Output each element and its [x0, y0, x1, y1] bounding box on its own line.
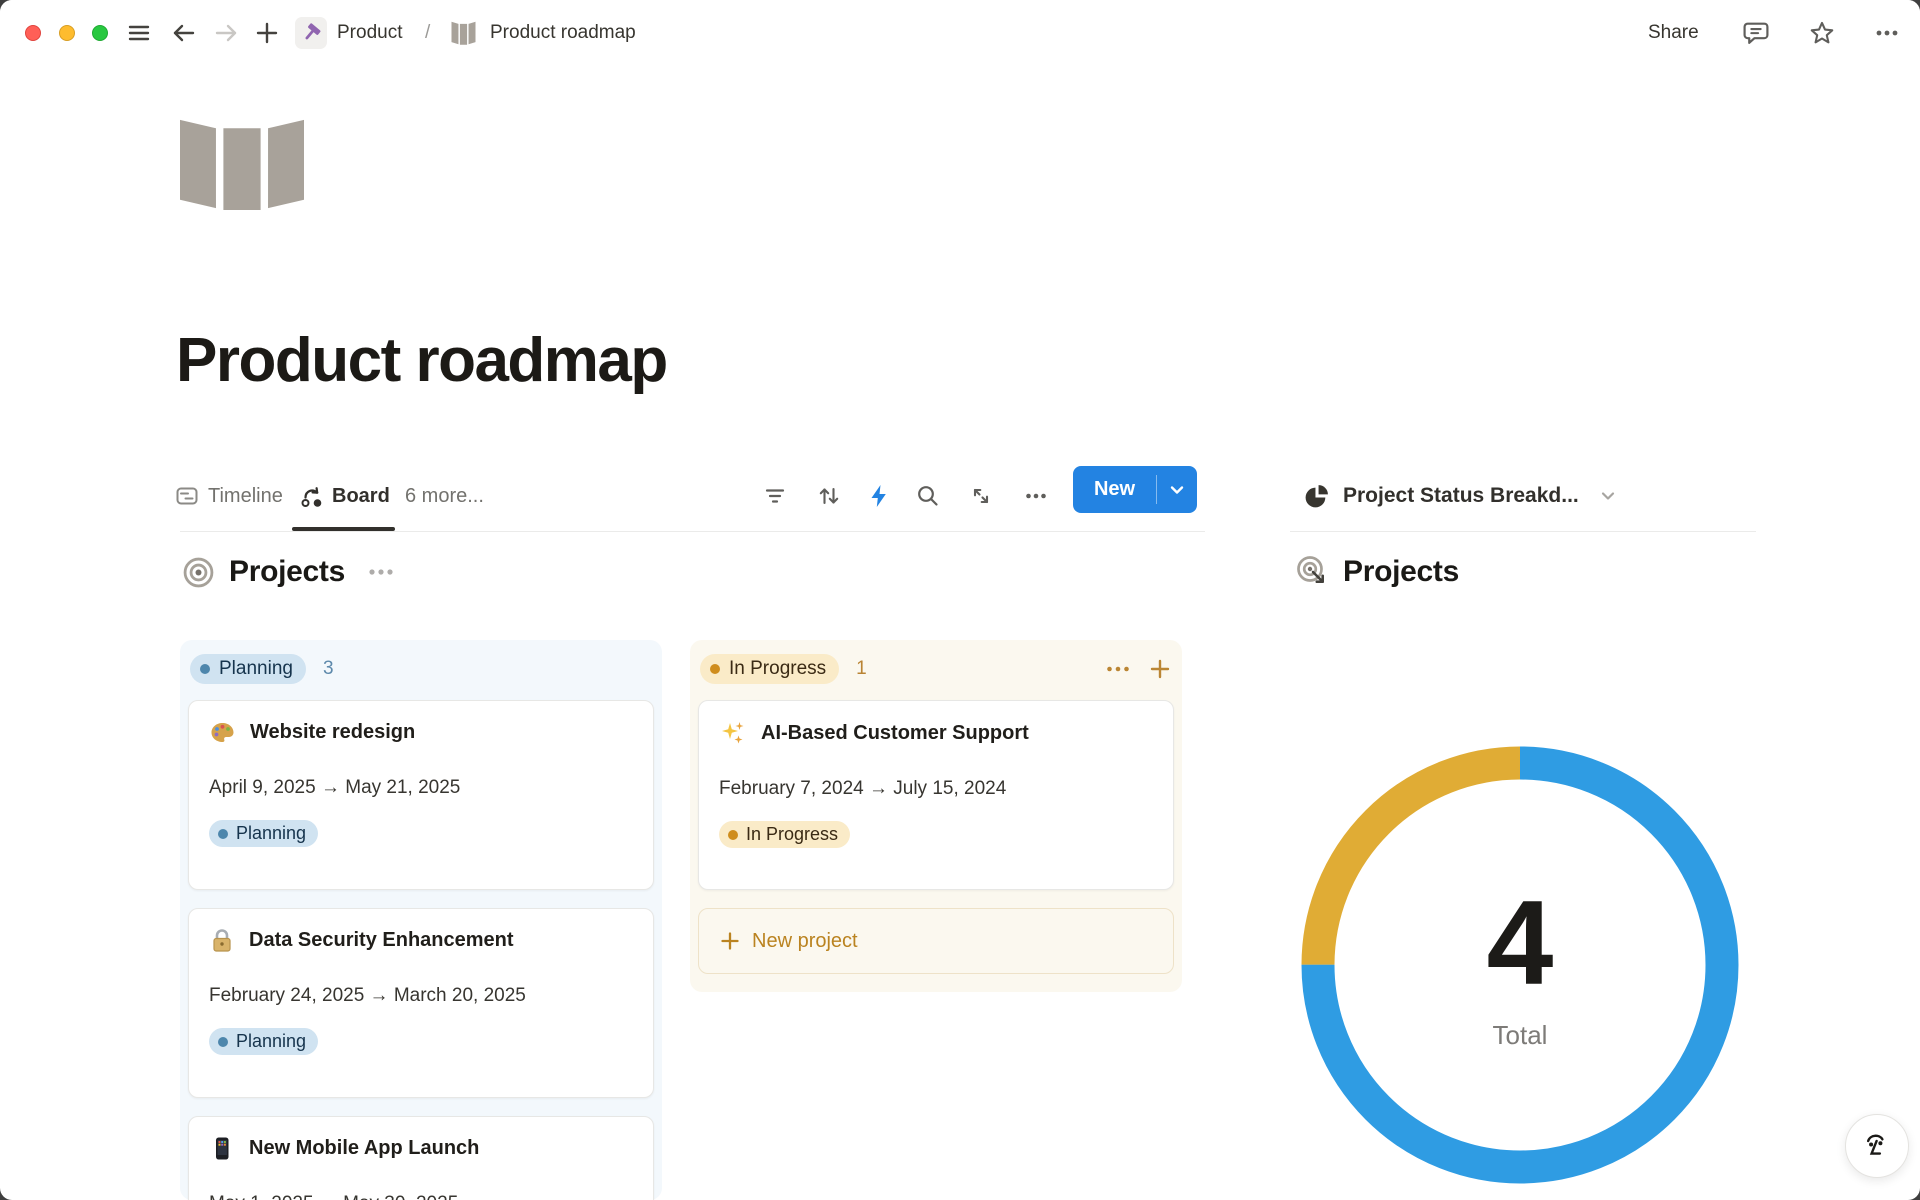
- divider: [1290, 531, 1756, 532]
- target-link-icon: [1295, 555, 1329, 589]
- card-title: New Mobile App Launch: [249, 1137, 479, 1160]
- zoom-window-button[interactable]: [92, 25, 108, 41]
- database-title[interactable]: Projects: [1343, 555, 1459, 589]
- column-count: 3: [323, 658, 334, 680]
- card-date-range: February 7, 2024 → July 15, 2024: [719, 778, 1153, 800]
- automation-bolt-icon[interactable]: [866, 468, 892, 524]
- map-icon: [180, 117, 304, 211]
- sort-icon[interactable]: [816, 468, 842, 524]
- chevron-down-icon: [1167, 480, 1187, 500]
- card-title: AI-Based Customer Support: [761, 722, 1029, 745]
- plus-icon: [719, 930, 741, 952]
- new-tab-plus-icon[interactable]: [254, 20, 280, 46]
- section-more-icon[interactable]: [366, 564, 396, 580]
- status-pill-in-progress[interactable]: In Progress: [700, 654, 839, 684]
- tab-label: 6 more...: [405, 485, 484, 508]
- chart-view-dropdown[interactable]: Project Status Breakd...: [1303, 468, 1618, 524]
- target-icon: [183, 557, 214, 588]
- hammer-icon: [299, 21, 323, 45]
- new-button-group: New: [1073, 466, 1197, 513]
- tab-more-views[interactable]: 6 more...: [405, 468, 484, 524]
- forward-arrow-icon[interactable]: [212, 19, 240, 47]
- tab-timeline[interactable]: Timeline: [175, 468, 283, 524]
- tab-label: Board: [332, 485, 390, 508]
- breadcrumb-separator: /: [425, 22, 430, 44]
- board-column-planning: Planning 3 Website redesign April 9, 202…: [180, 640, 662, 1200]
- project-card[interactable]: Data Security Enhancement February 24, 2…: [188, 908, 654, 1098]
- new-dropdown-button[interactable]: [1157, 480, 1197, 500]
- topbar: Product / Product roadmap Share: [0, 0, 1920, 66]
- board-section-header: Projects: [183, 550, 396, 594]
- status-pill-planning[interactable]: Planning: [190, 654, 306, 684]
- card-date-range: May 1, 2025 → May 30, 2025: [209, 1193, 633, 1200]
- view-more-icon[interactable]: [1022, 468, 1050, 524]
- mobile-phone-icon: [209, 1135, 235, 1162]
- column-more-icon[interactable]: [1105, 661, 1131, 677]
- palette-icon: [209, 719, 236, 746]
- active-tab-underline: [292, 527, 395, 531]
- pie-chart-icon: [1303, 483, 1330, 510]
- donut-svg: [1292, 737, 1748, 1193]
- page-icon-map[interactable]: [180, 117, 304, 211]
- card-date-range: April 9, 2025 → May 21, 2025: [209, 777, 633, 799]
- lock-icon: [209, 927, 235, 954]
- new-button[interactable]: New: [1073, 478, 1156, 501]
- card-title: Website redesign: [250, 721, 415, 744]
- sparkles-icon: [719, 719, 747, 747]
- back-arrow-icon[interactable]: [170, 19, 198, 47]
- project-card[interactable]: Website redesign April 9, 2025 → May 21,…: [188, 700, 654, 890]
- status-dot: [200, 664, 210, 674]
- status-dot: [218, 1037, 228, 1047]
- column-count: 1: [856, 658, 867, 680]
- minimize-window-button[interactable]: [59, 25, 75, 41]
- share-button[interactable]: Share: [1648, 22, 1699, 44]
- page-title[interactable]: Product roadmap: [176, 325, 667, 396]
- favorite-star-icon[interactable]: [1808, 19, 1836, 47]
- chart-section-header: Projects: [1295, 550, 1459, 594]
- card-date-range: February 24, 2025 → March 20, 2025: [209, 985, 633, 1007]
- expand-icon[interactable]: [968, 468, 994, 524]
- filter-icon[interactable]: [763, 468, 787, 524]
- breadcrumb-page-label[interactable]: Product roadmap: [490, 22, 636, 44]
- column-header: Planning 3: [190, 650, 652, 688]
- breadcrumb-root-link[interactable]: [295, 17, 327, 49]
- status-tag: Planning: [209, 1028, 318, 1055]
- status-donut-chart: 4 Total: [1292, 737, 1748, 1193]
- status-dot: [710, 664, 720, 674]
- comments-icon[interactable]: [1742, 19, 1770, 47]
- column-header: In Progress 1: [700, 650, 1172, 688]
- project-card[interactable]: New Mobile App Launch May 1, 2025 → May …: [188, 1116, 654, 1200]
- database-title[interactable]: Projects: [229, 555, 345, 589]
- close-window-button[interactable]: [25, 25, 41, 41]
- tab-board[interactable]: Board: [300, 468, 390, 524]
- divider: [180, 531, 1205, 532]
- board-icon: [300, 485, 323, 508]
- project-card[interactable]: AI-Based Customer Support February 7, 20…: [698, 700, 1174, 890]
- status-dot: [218, 829, 228, 839]
- new-project-button[interactable]: New project: [698, 908, 1174, 974]
- status-label: In Progress: [729, 658, 826, 680]
- new-project-label: New project: [752, 930, 858, 953]
- status-dot: [728, 830, 738, 840]
- column-add-icon[interactable]: [1148, 657, 1172, 681]
- chart-view-title: Project Status Breakd...: [1343, 484, 1579, 508]
- notion-ai-button[interactable]: [1845, 1114, 1909, 1178]
- more-options-icon[interactable]: [1872, 19, 1902, 47]
- notion-window: Product / Product roadmap Share Product …: [0, 0, 1920, 1200]
- status-tag: Planning: [209, 820, 318, 847]
- chevron-down-icon: [1598, 486, 1618, 506]
- board-column-in-progress: In Progress 1 AI-Based Customer Support …: [690, 640, 1182, 992]
- search-icon[interactable]: [915, 468, 941, 524]
- map-icon: [450, 21, 477, 45]
- card-title: Data Security Enhancement: [249, 929, 514, 952]
- tab-label: Timeline: [208, 485, 283, 508]
- timeline-icon: [175, 484, 199, 508]
- status-tag: In Progress: [719, 821, 850, 848]
- breadcrumb-root-label[interactable]: Product: [337, 22, 402, 44]
- sidebar-menu-icon[interactable]: [126, 20, 152, 46]
- notion-ai-face-icon: [1860, 1129, 1894, 1163]
- status-label: Planning: [219, 658, 293, 680]
